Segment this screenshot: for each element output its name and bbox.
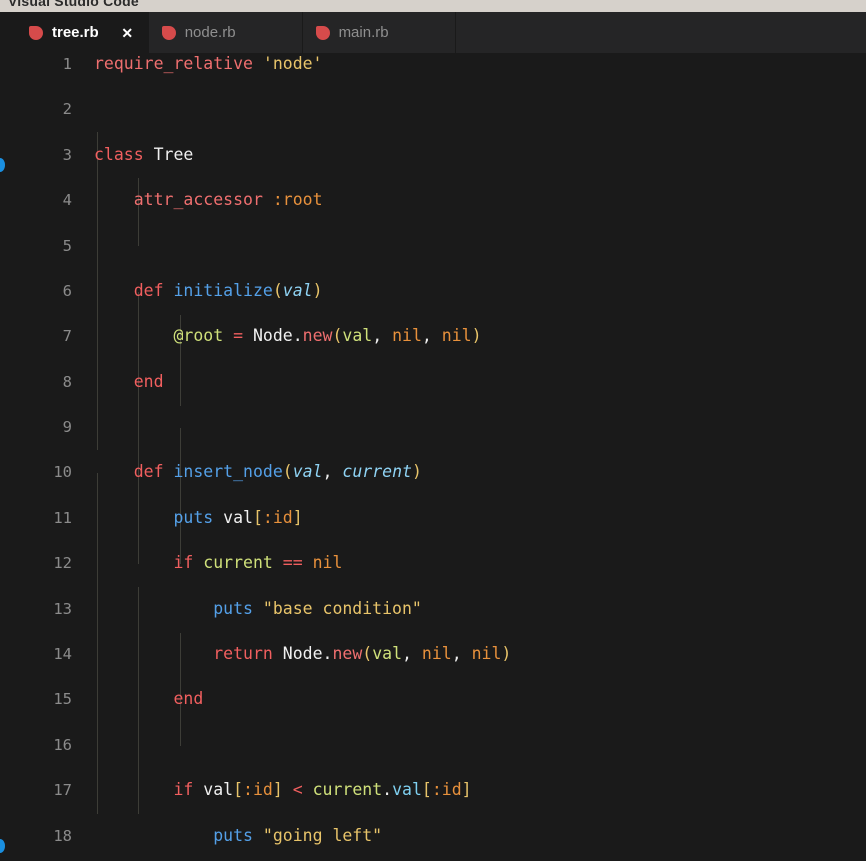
tab-label: tree.rb: [52, 24, 99, 41]
line-number: 11: [53, 508, 72, 527]
tab-node-rb[interactable]: node.rb: [148, 12, 303, 53]
line-number: 16: [53, 735, 72, 754]
code-line[interactable]: 8 end: [0, 371, 866, 394]
line-content: end: [173, 689, 204, 709]
code-line[interactable]: 6 def initialize(val): [0, 280, 866, 303]
line-number: 5: [62, 236, 72, 255]
line-content: puts val[:id]: [173, 507, 303, 527]
tab-label: node.rb: [184, 24, 236, 41]
code-line[interactable]: 1 require_relative 'node': [0, 53, 866, 76]
code-lines: 1 require_relative 'node' 2 3 class Tree…: [0, 53, 866, 861]
code-line[interactable]: 7 @root = Node.new(val, nil, nil): [0, 325, 866, 348]
code-line[interactable]: 15 end: [0, 688, 866, 711]
tab-label: main.rb: [338, 24, 389, 41]
close-icon[interactable]: ✕: [120, 25, 135, 40]
line-content: if val[:id] < current.val[:id]: [173, 780, 472, 800]
line-content: class Tree: [94, 144, 194, 164]
line-number: 17: [53, 781, 72, 800]
line-content: @root = Node.new(val, nil, nil): [173, 326, 482, 346]
line-number: 15: [53, 690, 72, 709]
code-line[interactable]: 12 if current == nil: [0, 552, 866, 575]
line-number: 9: [62, 418, 72, 437]
ruby-file-icon: [315, 25, 330, 40]
line-content: def insert_node(val, current): [133, 462, 422, 482]
line-number: 4: [62, 191, 72, 210]
line-number: 1: [62, 55, 72, 73]
code-line[interactable]: 5: [0, 235, 866, 258]
tab-bar-empty-area: [445, 12, 866, 53]
line-content: end: [133, 371, 164, 391]
tab-main-rb[interactable]: main.rb: [302, 12, 456, 53]
code-line[interactable]: 3 class Tree: [0, 144, 866, 167]
line-number: 8: [62, 372, 72, 391]
line-content: return Node.new(val, nil, nil): [213, 644, 512, 664]
ruby-file-icon: [161, 25, 176, 40]
line-content: puts "base condition": [213, 598, 422, 618]
line-number: 2: [62, 100, 72, 119]
line-content: attr_accessor :root: [133, 190, 323, 210]
code-line[interactable]: 16: [0, 734, 866, 757]
code-line[interactable]: 4 attr_accessor :root: [0, 189, 866, 212]
code-line[interactable]: 13 puts "base condition": [0, 598, 866, 621]
line-number: 18: [53, 826, 72, 845]
code-editor[interactable]: 1 require_relative 'node' 2 3 class Tree…: [0, 53, 866, 861]
line-number: 6: [62, 281, 72, 300]
line-number: 13: [53, 599, 72, 618]
editor-tab-bar: tree.rb ✕ node.rb main.rb: [0, 12, 866, 53]
line-number: 10: [53, 463, 72, 482]
line-number: 7: [62, 327, 72, 346]
ruby-file-icon: [29, 25, 43, 40]
code-line[interactable]: 14 return Node.new(val, nil, nil): [0, 643, 866, 666]
code-line[interactable]: 9: [0, 416, 866, 439]
line-content: if current == nil: [173, 553, 343, 573]
line-content: require_relative 'node': [94, 54, 323, 73]
code-line[interactable]: 18 puts "going left": [0, 825, 866, 848]
line-content: puts "going left": [213, 825, 383, 845]
title-bar: Visual Studio Code: [0, 0, 866, 12]
code-line[interactable]: 10 def insert_node(val, current): [0, 461, 866, 484]
code-line[interactable]: 11 puts val[:id]: [0, 507, 866, 530]
tab-strip: tree.rb ✕ node.rb main.rb: [16, 12, 456, 53]
code-line[interactable]: 17 if val[:id] < current.val[:id]: [0, 779, 866, 802]
line-number: 3: [62, 145, 72, 164]
app-title: Visual Studio Code: [8, 0, 139, 9]
tab-tree-rb[interactable]: tree.rb ✕: [16, 12, 149, 53]
vscode-window: Visual Studio Code tree.rb ✕ node.rb mai…: [0, 0, 866, 861]
code-line[interactable]: 2: [0, 98, 866, 121]
line-content: def initialize(val): [133, 280, 323, 300]
line-number: 14: [53, 645, 72, 664]
line-number: 12: [53, 554, 72, 573]
